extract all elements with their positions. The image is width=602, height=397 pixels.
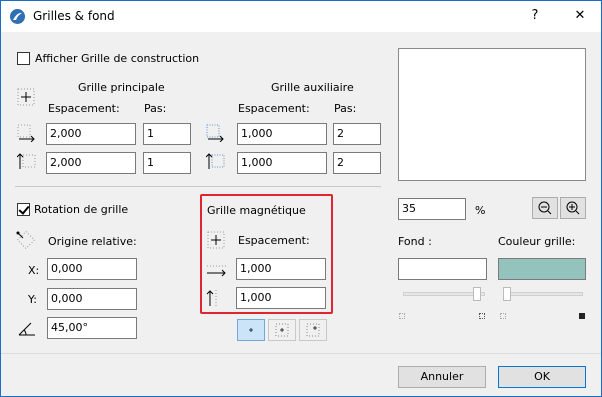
background-label: Fond : — [398, 235, 432, 248]
aux-grid-title: Grille auxiliaire — [271, 81, 354, 94]
main-spacing-label: Espacement: — [48, 102, 120, 115]
snap-horizontal-spacing-input[interactable]: 1,000 — [236, 258, 326, 280]
main-vertical-step-input[interactable]: 1 — [143, 152, 191, 174]
snap-mode-grid-button[interactable] — [268, 319, 296, 341]
app-logo-icon — [10, 9, 25, 24]
vertical-spacing-icon — [16, 152, 36, 170]
origin-x-input[interactable]: 0,000 — [47, 258, 137, 280]
aux-horizontal-spacing-icon — [206, 124, 224, 143]
aux-step-label: Pas: — [334, 102, 357, 115]
aux-vertical-spacing-input[interactable]: 1,000 — [237, 152, 327, 174]
grids-background-dialog: Grilles & fond ? ✕ Afficher Grille de co… — [0, 0, 602, 397]
grid-rotation-label[interactable]: Rotation de grille — [34, 203, 128, 216]
aux-horizontal-spacing-input[interactable]: 1,000 — [237, 123, 327, 145]
snap-grid-title: Grille magnétique — [207, 204, 306, 217]
zoom-out-button[interactable] — [532, 197, 558, 219]
grid-color-label: Couleur grille: — [498, 235, 576, 248]
background-slider-thumb[interactable] — [473, 287, 481, 301]
x-label: X: — [28, 264, 40, 277]
grid-color-swatch[interactable] — [498, 258, 586, 280]
zoom-out-icon — [538, 201, 552, 215]
snap-vertical-spacing-input[interactable]: 1,000 — [236, 287, 326, 309]
background-color-swatch[interactable] — [398, 258, 487, 280]
grid-color-slider-track[interactable] — [503, 292, 583, 296]
origin-y-input[interactable]: 0,000 — [47, 288, 137, 310]
rotation-angle-input[interactable]: 45,00° — [47, 317, 137, 339]
horizontal-spacing-icon — [17, 124, 35, 143]
light-grid-dots-icon — [500, 313, 506, 319]
construction-grid-icon — [17, 88, 35, 106]
main-horizontal-step-input[interactable]: 1 — [143, 123, 191, 145]
zoom-unit-label: % — [475, 204, 486, 217]
main-grid-title: Grille principale — [78, 81, 165, 94]
window-title: Grilles & fond — [33, 9, 115, 23]
aux-vertical-step-input[interactable]: 2 — [333, 152, 381, 174]
zoom-input[interactable]: 35 — [398, 198, 466, 220]
relative-origin-label: Origine relative: — [48, 235, 137, 248]
medium-dots-icon — [479, 313, 485, 319]
rotated-grid-origin-icon — [15, 229, 36, 250]
snap-horizontal-icon — [206, 260, 226, 278]
aux-horizontal-step-input[interactable]: 2 — [333, 123, 381, 145]
snap-vertical-icon — [206, 289, 224, 307]
main-horizontal-spacing-input[interactable]: 2,000 — [46, 123, 136, 145]
snap-mode-center-button[interactable] — [237, 319, 265, 341]
help-button[interactable]: ? — [521, 6, 549, 26]
aux-vertical-spacing-icon — [205, 152, 225, 170]
angle-icon — [17, 319, 35, 337]
main-vertical-spacing-input[interactable]: 2,000 — [46, 152, 136, 174]
main-step-label: Pas: — [144, 102, 167, 115]
light-dots-icon — [399, 313, 405, 319]
show-construction-grid-label[interactable]: Afficher Grille de construction — [35, 52, 199, 65]
dark-grid-square-icon — [579, 313, 585, 319]
snap-grid-icon — [207, 231, 225, 249]
y-label: Y: — [28, 293, 37, 306]
footer-divider — [1, 353, 601, 354]
aux-spacing-label: Espacement: — [238, 102, 310, 115]
snap-spacing-label: Espacement: — [238, 234, 310, 247]
title-bar: Grilles & fond ? ✕ — [1, 1, 601, 32]
snap-mode-offset-button[interactable] — [299, 319, 327, 341]
section-divider — [15, 186, 381, 187]
ok-button[interactable]: OK — [498, 366, 586, 388]
grid-color-slider-thumb[interactable] — [503, 287, 511, 301]
zoom-in-icon — [566, 201, 580, 215]
grid-rotation-checkbox[interactable] — [17, 203, 30, 216]
close-button[interactable]: ✕ — [566, 6, 594, 26]
zoom-in-button[interactable] — [560, 197, 586, 219]
grid-preview — [398, 48, 586, 181]
cancel-button[interactable]: Annuler — [398, 366, 486, 388]
show-construction-grid-checkbox[interactable] — [17, 52, 30, 65]
